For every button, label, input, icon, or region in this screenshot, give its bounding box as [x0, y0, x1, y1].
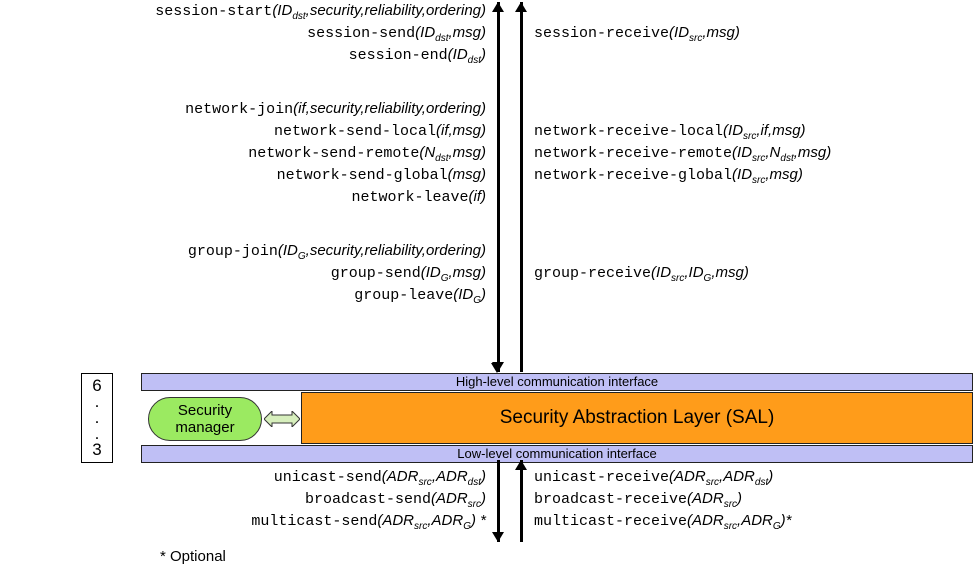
security-manager-line2: manager — [175, 419, 234, 436]
layer-top-number: 6 — [92, 376, 101, 395]
low-level-interface-bar: Low-level communication interface — [141, 445, 973, 463]
api-group-leave: group-leave(IDG) — [0, 286, 978, 306]
api-network-local: network-send-local(if,msg) network-recei… — [0, 122, 978, 142]
security-manager-line1: Security — [178, 402, 232, 419]
api-unicast: unicast-send(ADRsrc,ADRdst) unicast-rece… — [0, 468, 978, 488]
api-network-remote: network-send-remote(Ndst,msg) network-re… — [0, 144, 978, 164]
double-arrow-icon — [264, 411, 300, 427]
api-broadcast: broadcast-send(ADRsrc) broadcast-receive… — [0, 490, 978, 510]
api-session-start: session-start(IDdst,security,reliability… — [0, 2, 978, 22]
api-group-join: group-join(IDG,security,reliability,orde… — [0, 242, 978, 262]
high-level-interface-bar: High-level communication interface — [141, 373, 973, 391]
layer-bottom-number: 3 — [92, 440, 101, 459]
arrow-tip-into-hlci — [491, 363, 503, 373]
security-manager-box: Security manager — [148, 397, 262, 441]
optional-footnote: * Optional — [160, 548, 226, 565]
api-group-send-receive: group-send(IDG,msg) group-receive(IDsrc,… — [0, 264, 978, 284]
api-multicast: multicast-send(ADRsrc,ADRG) * multicast-… — [0, 512, 978, 532]
osi-layer-box: 6... 3 — [81, 373, 113, 463]
api-network-join: network-join(if,security,reliability,ord… — [0, 100, 978, 120]
api-session-end: session-end(IDdst) — [0, 46, 978, 66]
api-session-send-receive: session-send(IDdst,msg) session-receive(… — [0, 24, 978, 44]
sal-box: Security Abstraction Layer (SAL) — [301, 392, 973, 444]
api-network-leave: network-leave(if) — [0, 188, 978, 208]
api-network-global: network-send-global(msg) network-receive… — [0, 166, 978, 186]
